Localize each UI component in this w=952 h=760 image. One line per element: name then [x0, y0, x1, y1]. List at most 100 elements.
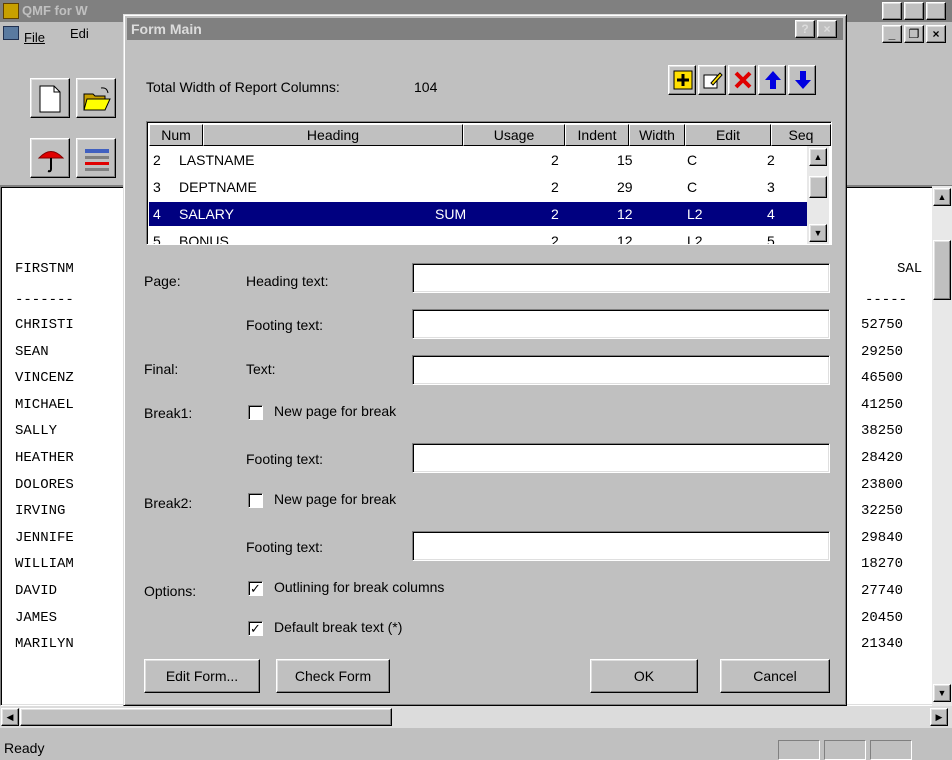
- grid-row[interactable]: 4 SALARY SUM 2 12 L2 4: [149, 202, 807, 226]
- default-break-text-label[interactable]: Default break text (*): [274, 619, 402, 635]
- close-button[interactable]: ×: [926, 2, 946, 20]
- grid-cell-seq: 3: [767, 179, 775, 195]
- report-salary-cell: 32250: [861, 503, 904, 520]
- break1-new-page-label[interactable]: New page for break: [274, 403, 396, 419]
- grid-cell-edit: C: [687, 179, 698, 195]
- report-header-firstname: FIRSTNM: [15, 261, 74, 277]
- maximize-button[interactable]: □: [904, 2, 924, 20]
- grid-cell-indent: 2: [551, 152, 559, 168]
- grid-header-seq[interactable]: Seq: [771, 124, 831, 146]
- open-folder-button[interactable]: [76, 78, 116, 118]
- grid-scroll-down-button[interactable]: ▼: [809, 224, 827, 242]
- grid-cell-indent: 2: [551, 233, 559, 245]
- break1-footing-text-input[interactable]: [412, 443, 830, 473]
- scroll-right-button[interactable]: ▶: [930, 708, 948, 726]
- grid-vertical-scrollbar[interactable]: ▲ ▼: [807, 146, 829, 244]
- move-down-button[interactable]: [788, 65, 816, 95]
- edit-form-button[interactable]: Edit Form...: [144, 659, 260, 693]
- report-firstname-cell: JAMES: [15, 609, 58, 626]
- scroll-down-button[interactable]: ▼: [933, 684, 951, 702]
- grid-row[interactable]: 3 DEPTNAME 2 29 C 3: [149, 175, 807, 199]
- grid-cell-width: 29: [617, 179, 633, 195]
- report-format-button[interactable]: [76, 138, 116, 178]
- cancel-button[interactable]: Cancel: [720, 659, 830, 693]
- delete-column-button[interactable]: [728, 65, 756, 95]
- grid-row[interactable]: 2 LASTNAME 2 15 C 2: [149, 148, 807, 172]
- report-salary-cell: 20450: [861, 609, 904, 626]
- grid-header-indent[interactable]: Indent: [565, 124, 629, 146]
- final-section-label: Final:: [144, 361, 179, 377]
- report-salary-cell: 41250: [861, 396, 904, 413]
- grid-header-width[interactable]: Width: [629, 124, 685, 146]
- default-break-text-checkbox[interactable]: ✓: [248, 621, 263, 636]
- heading-text-label: Heading text:: [246, 273, 329, 289]
- report-format-icon: [85, 149, 109, 171]
- umbrella-button[interactable]: [30, 138, 70, 178]
- grid-header-num[interactable]: Num: [149, 124, 203, 146]
- page-heading-text-input[interactable]: [412, 263, 830, 293]
- scroll-left-button[interactable]: ◀: [1, 708, 19, 726]
- scroll-up-button[interactable]: ▲: [933, 188, 951, 206]
- final-text-input[interactable]: [412, 355, 830, 385]
- report-firstname-cell: SEAN: [15, 343, 49, 360]
- report-salary-cell: 28420: [861, 450, 904, 466]
- doc-minimize-button[interactable]: _: [882, 25, 902, 43]
- menu-edit[interactable]: Edi: [70, 26, 89, 41]
- new-document-button[interactable]: [30, 78, 70, 118]
- columns-grid[interactable]: Num Heading Usage Indent Width Edit Seq …: [146, 121, 832, 245]
- add-column-button[interactable]: [668, 65, 696, 95]
- hscroll-thumb[interactable]: [20, 708, 392, 726]
- report-firstname-cell: MARILYN: [15, 636, 74, 653]
- qmf-app-icon[interactable]: [3, 3, 19, 19]
- grid-cell-num: 5: [153, 233, 161, 245]
- grid-cell-num: 4: [153, 206, 161, 222]
- app-title: QMF for W: [22, 3, 88, 18]
- grid-header-usage[interactable]: Usage: [463, 124, 565, 146]
- break2-new-page-label[interactable]: New page for break: [274, 491, 396, 507]
- report-vertical-scrollbar[interactable]: ▲ ▼: [932, 186, 952, 706]
- report-salary-cell: 29250: [861, 343, 904, 360]
- statusbar: Ready: [0, 734, 952, 760]
- report-firstname-cell: JENNIFE: [15, 529, 74, 546]
- report-salary-cell: 18270: [861, 556, 904, 573]
- total-width-label: Total Width of Report Columns:: [146, 79, 340, 95]
- grid-cell-width: 15: [617, 152, 633, 168]
- grid-scroll-up-button[interactable]: ▲: [809, 148, 827, 166]
- dialog-title: Form Main: [131, 21, 202, 37]
- report-salary-cell: 38250: [861, 423, 904, 440]
- doc-close-button[interactable]: ×: [926, 25, 946, 43]
- outlining-checkbox[interactable]: ✓: [248, 581, 263, 596]
- dialog-close-button[interactable]: ×: [817, 20, 837, 38]
- umbrella-icon: [37, 151, 65, 173]
- report-header-salary: SAL: [897, 261, 923, 277]
- report-dashes-salary: -----: [865, 292, 908, 308]
- form-main-dialog: Form Main ? × Total Width of Report Colu…: [123, 14, 847, 706]
- ok-button[interactable]: OK: [590, 659, 698, 693]
- edit-column-button[interactable]: [698, 65, 726, 95]
- outlining-label[interactable]: Outlining for break columns: [274, 579, 444, 595]
- grid-cell-heading: SALARY: [179, 206, 234, 222]
- check-form-button[interactable]: Check Form: [276, 659, 390, 693]
- report-horizontal-scrollbar[interactable]: ◀ ▶: [0, 706, 952, 728]
- break1-new-page-checkbox[interactable]: [248, 405, 263, 420]
- move-up-button[interactable]: [758, 65, 786, 95]
- grid-row[interactable]: 5 BONUS 2 12 L2 5: [149, 229, 807, 245]
- final-text-label: Text:: [246, 361, 276, 377]
- arrow-up-icon: [765, 71, 781, 89]
- grid-cell-indent: 2: [551, 206, 559, 222]
- report-firstname-cell: CHRISTI: [15, 317, 74, 333]
- grid-cell-heading: DEPTNAME: [179, 179, 257, 195]
- help-button[interactable]: ?: [795, 20, 815, 38]
- grid-header-edit[interactable]: Edit: [685, 124, 771, 146]
- doc-restore-button[interactable]: ❐: [904, 25, 924, 43]
- report-salary-cell: 46500: [861, 370, 904, 387]
- break1-footing-label: Footing text:: [246, 451, 324, 467]
- grid-scroll-thumb[interactable]: [809, 176, 827, 198]
- break2-footing-text-input[interactable]: [412, 531, 830, 561]
- grid-header-heading[interactable]: Heading: [203, 124, 463, 146]
- document-window-icon[interactable]: [3, 26, 19, 40]
- page-footing-text-input[interactable]: [412, 309, 830, 339]
- minimize-button[interactable]: _: [882, 2, 902, 20]
- break2-new-page-checkbox[interactable]: [248, 493, 263, 508]
- scroll-thumb[interactable]: [933, 240, 951, 300]
